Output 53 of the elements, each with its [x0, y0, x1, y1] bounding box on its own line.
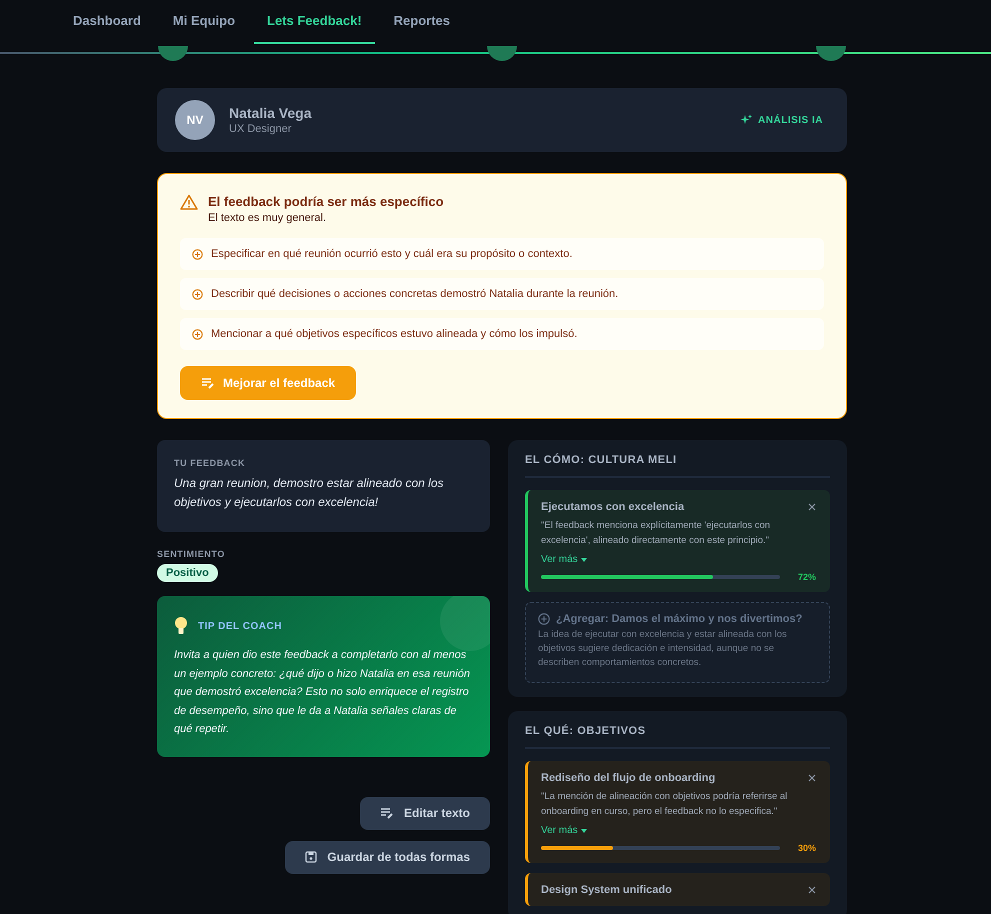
save-button[interactable]: Guardar de todas formas [285, 840, 490, 874]
avatar: NV [175, 100, 215, 140]
nav-tab[interactable]: Reportes [380, 13, 464, 44]
match-quote: "La mención de alineación con objetivos podría referirse al onboarding en curso, pero el feedback no lo especifica." [541, 790, 788, 819]
decorative-circle [440, 596, 490, 651]
lightbulb-icon [174, 616, 188, 636]
caret-icon [580, 558, 587, 562]
match-title: Ejecutamos con excelencia [541, 501, 684, 513]
section-label: SENTIMIENTO [157, 549, 226, 559]
edit-lines-icon [201, 377, 215, 389]
close-icon [808, 886, 816, 894]
nav-tab[interactable]: Mi Equipo [160, 13, 248, 44]
tip-title: TIP DEL COACH [198, 620, 282, 632]
see-more-link[interactable]: Ver más [541, 554, 587, 565]
suggestion-text: Mencionar a qué objetivos específicos estuvo alineada y cómo los impulsó. [211, 328, 578, 340]
sentiment-badge: Positivo [157, 564, 218, 582]
warning-subtitle: El texto es muy general. [208, 212, 328, 224]
match-quote: "El feedback menciona explícitamente 'ejecutarlos con excelencia', alineado directamente con este principio." [541, 519, 772, 548]
section-label: TU FEEDBACK [174, 458, 246, 468]
nav-tab[interactable]: Dashboard [60, 13, 154, 44]
feedback-text: Una gran reunion, demostro estar alineado con los objetivos y ejecutarlos con excelencia! [174, 475, 444, 511]
close-icon [808, 503, 816, 511]
plus-circle-icon [192, 288, 203, 300]
suggestion-title[interactable]: ¿Agregar: Damos el máximo y nos divertimos? [556, 613, 802, 625]
match-percent: 30% [798, 843, 816, 853]
plus-circle-icon [538, 613, 550, 625]
edit-text-button[interactable]: Editar texto [360, 796, 490, 830]
close-button[interactable] [808, 774, 816, 782]
plus-circle-icon [192, 328, 203, 340]
save-icon [305, 851, 318, 863]
warning-icon [180, 194, 198, 210]
warning-title: El feedback podría ser más específico [208, 194, 444, 209]
caret-icon [580, 828, 587, 832]
match-title: Design System unificado [541, 884, 672, 896]
ai-analysis-button[interactable]: ANÁLISIS IA [734, 113, 829, 127]
section-title: EL QUÉ: OBJETIVOS [525, 725, 830, 749]
nav-tab[interactable]: Lets Feedback! [254, 13, 375, 44]
sparkle-icon [740, 114, 752, 126]
match-title: Rediseño del flujo de onboarding [541, 772, 716, 784]
close-icon [808, 774, 816, 782]
person-role: UX Designer [229, 123, 292, 135]
person-name: Natalia Vega [229, 105, 313, 121]
edit-lines-icon [380, 807, 394, 819]
suggestion-text: Describir qué decisiones o acciones concretas demostró Natalia durante la reunión. [211, 288, 618, 300]
suggestion-text: La idea de ejecutar con excelencia y estar alineada con los objetivos sugiere dedicación e intensidad, aunque no se describen comportamientos concretos. [538, 628, 788, 670]
close-button[interactable] [808, 503, 816, 511]
suggestion-text: Especificar en qué reunión ocurrió esto y cuál era su propósito o contexto. [211, 248, 572, 260]
match-percent: 72% [798, 572, 816, 582]
tip-text: Invita a quien dio este feedback a completarlo con al menos un ejemplo concreto: ¿qué dijo o hizo Natalia en esa reunión que demostró excelencia? Esto no solo enriquece el registro de desempeño, sino que le da a Natalia señales claras de qué repetir. [174, 648, 471, 737]
close-button[interactable] [808, 886, 816, 894]
plus-circle-icon [192, 248, 203, 260]
see-more-link[interactable]: Ver más [541, 825, 587, 836]
section-title: EL CÓMO: CULTURA MELI [525, 454, 830, 478]
